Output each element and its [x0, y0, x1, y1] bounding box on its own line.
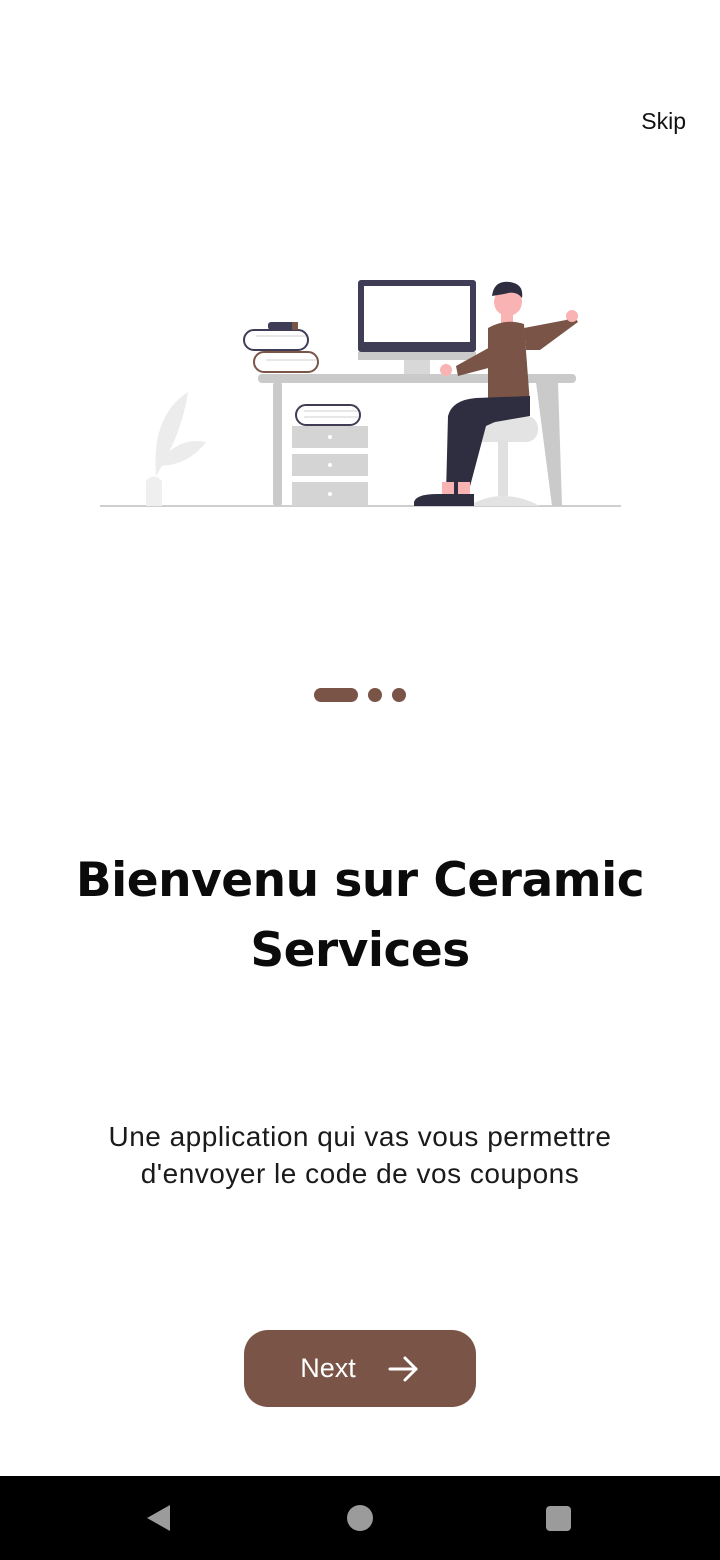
skip-button[interactable]: Skip [639, 104, 688, 139]
person-at-desk-illustration [100, 280, 621, 507]
next-button[interactable]: Next [244, 1330, 476, 1407]
page-dot-active [314, 688, 358, 702]
page-subtitle: Une application qui vas vous permettre d… [108, 1121, 612, 1189]
home-circle-icon[interactable] [347, 1505, 373, 1531]
page-indicator [0, 688, 720, 702]
page-dot [392, 688, 406, 702]
page-title: Bienvenu sur Ceramic Services [75, 853, 645, 978]
page-dot [368, 688, 382, 702]
recents-square-icon[interactable] [546, 1506, 571, 1531]
onboarding-screen: Skip Bienvenu sur Ceramic Services Une a… [0, 0, 720, 1476]
arrow-right-icon [388, 1356, 418, 1381]
next-button-label: Next [300, 1353, 356, 1383]
back-triangle-icon[interactable] [144, 1503, 174, 1533]
